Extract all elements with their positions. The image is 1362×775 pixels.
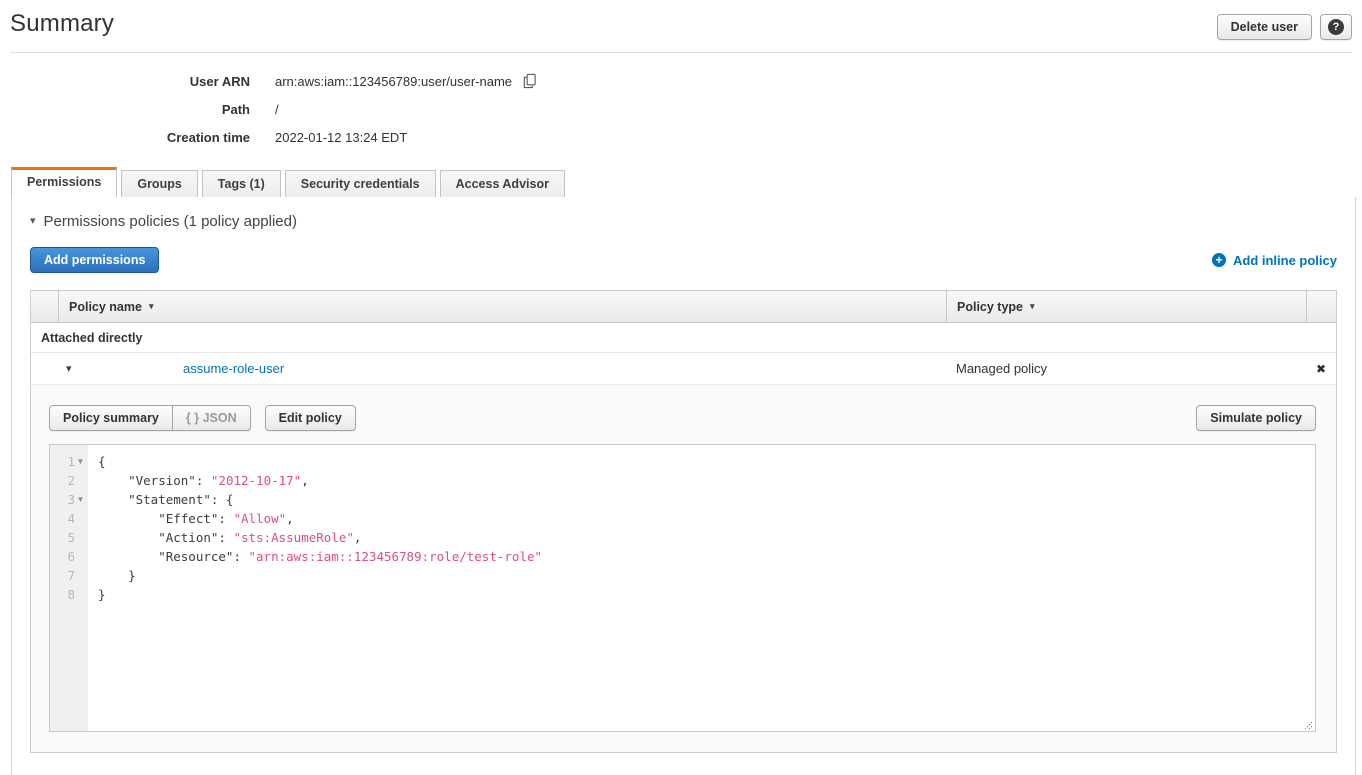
page-header: Summary Delete user ? bbox=[10, 0, 1352, 53]
tab-bar: Permissions Groups Tags (1) Security cre… bbox=[0, 167, 1362, 197]
editor-gutter: 1▼23▼45678 bbox=[50, 445, 88, 731]
help-icon: ? bbox=[1328, 19, 1344, 35]
policy-detail-panel: Policy summary { } JSON Edit policy Simu… bbox=[31, 385, 1336, 752]
plus-icon: + bbox=[1212, 253, 1226, 267]
user-arn-value: arn:aws:iam::123456789:user/user-name bbox=[275, 73, 537, 89]
copy-icon[interactable] bbox=[522, 73, 537, 89]
add-inline-policy-label: Add inline policy bbox=[1233, 253, 1337, 268]
creation-time-label: Creation time bbox=[0, 130, 250, 145]
policy-name-cell: ▾ assume-role-user bbox=[59, 361, 946, 376]
permissions-policies-section-header[interactable]: ▾ Permissions policies (1 policy applied… bbox=[30, 197, 1337, 230]
policy-detail-toolbar: Policy summary { } JSON Edit policy Simu… bbox=[49, 405, 1316, 431]
policy-actions-row: Add permissions + Add inline policy bbox=[30, 247, 1337, 273]
permissions-tab-panel: ▾ Permissions policies (1 policy applied… bbox=[11, 197, 1356, 775]
user-info-section: User ARN arn:aws:iam::123456789:user/use… bbox=[0, 67, 1362, 151]
table-row: ▾ assume-role-user Managed policy ✖ bbox=[31, 353, 1336, 385]
policy-type-column-header[interactable]: Policy type ▾ bbox=[946, 291, 1306, 322]
sort-arrow-icon: ▾ bbox=[1030, 301, 1035, 312]
creation-time-value: 2022-01-12 13:24 EDT bbox=[275, 130, 407, 145]
policy-actions-cell: ✖ bbox=[1306, 363, 1336, 375]
attached-directly-group-row: Attached directly bbox=[31, 323, 1336, 353]
policy-name-link[interactable]: assume-role-user bbox=[183, 361, 284, 376]
delete-user-button[interactable]: Delete user bbox=[1217, 14, 1312, 40]
header-actions: Delete user ? bbox=[1217, 14, 1352, 40]
edit-policy-button[interactable]: Edit policy bbox=[265, 405, 356, 431]
page-title: Summary bbox=[10, 10, 114, 38]
row-expander-icon[interactable]: ▾ bbox=[66, 362, 80, 375]
sort-arrow-icon: ▾ bbox=[149, 301, 154, 312]
user-arn-text: arn:aws:iam::123456789:user/user-name bbox=[275, 74, 512, 89]
add-permissions-button[interactable]: Add permissions bbox=[30, 247, 159, 273]
editor-code[interactable]: { "Version": "2012-10-17", "Statement": … bbox=[88, 445, 1315, 731]
tab-tags[interactable]: Tags (1) bbox=[202, 170, 281, 197]
editor-resize-handle[interactable] bbox=[1301, 717, 1314, 730]
user-arn-label: User ARN bbox=[0, 74, 250, 89]
policy-view-button-group: Policy summary { } JSON bbox=[49, 405, 251, 431]
tab-permissions[interactable]: Permissions bbox=[11, 167, 117, 197]
policy-name-column-header[interactable]: Policy name ▾ bbox=[59, 291, 946, 322]
add-inline-policy-link[interactable]: + Add inline policy bbox=[1212, 253, 1337, 268]
remove-policy-icon[interactable]: ✖ bbox=[1316, 363, 1326, 375]
policy-summary-button[interactable]: Policy summary bbox=[49, 405, 172, 431]
policies-table: Policy name ▾ Policy type ▾ Attached dir… bbox=[30, 290, 1337, 753]
table-header-row: Policy name ▾ Policy type ▾ bbox=[31, 291, 1336, 323]
field-row-user-arn: User ARN arn:aws:iam::123456789:user/use… bbox=[0, 67, 1362, 95]
tab-access-advisor[interactable]: Access Advisor bbox=[440, 170, 565, 197]
help-button[interactable]: ? bbox=[1320, 14, 1352, 40]
policy-type-header-label: Policy type bbox=[957, 300, 1023, 314]
simulate-policy-button[interactable]: Simulate policy bbox=[1196, 405, 1316, 431]
expander-column-header bbox=[31, 291, 59, 322]
policy-type-cell: Managed policy bbox=[946, 361, 1306, 376]
json-view-button[interactable]: { } JSON bbox=[172, 405, 251, 431]
tab-security-credentials[interactable]: Security credentials bbox=[285, 170, 436, 197]
field-row-creation-time: Creation time 2022-01-12 13:24 EDT bbox=[0, 123, 1362, 151]
json-policy-editor[interactable]: 1▼23▼45678 { "Version": "2012-10-17", "S… bbox=[49, 444, 1316, 732]
path-value: / bbox=[275, 102, 279, 117]
field-row-path: Path / bbox=[0, 95, 1362, 123]
policy-name-header-label: Policy name bbox=[69, 300, 142, 314]
tab-groups[interactable]: Groups bbox=[121, 170, 197, 197]
path-label: Path bbox=[0, 102, 250, 117]
actions-column-header bbox=[1306, 291, 1336, 322]
section-collapse-icon: ▾ bbox=[30, 216, 36, 227]
section-title: Permissions policies (1 policy applied) bbox=[44, 213, 297, 230]
